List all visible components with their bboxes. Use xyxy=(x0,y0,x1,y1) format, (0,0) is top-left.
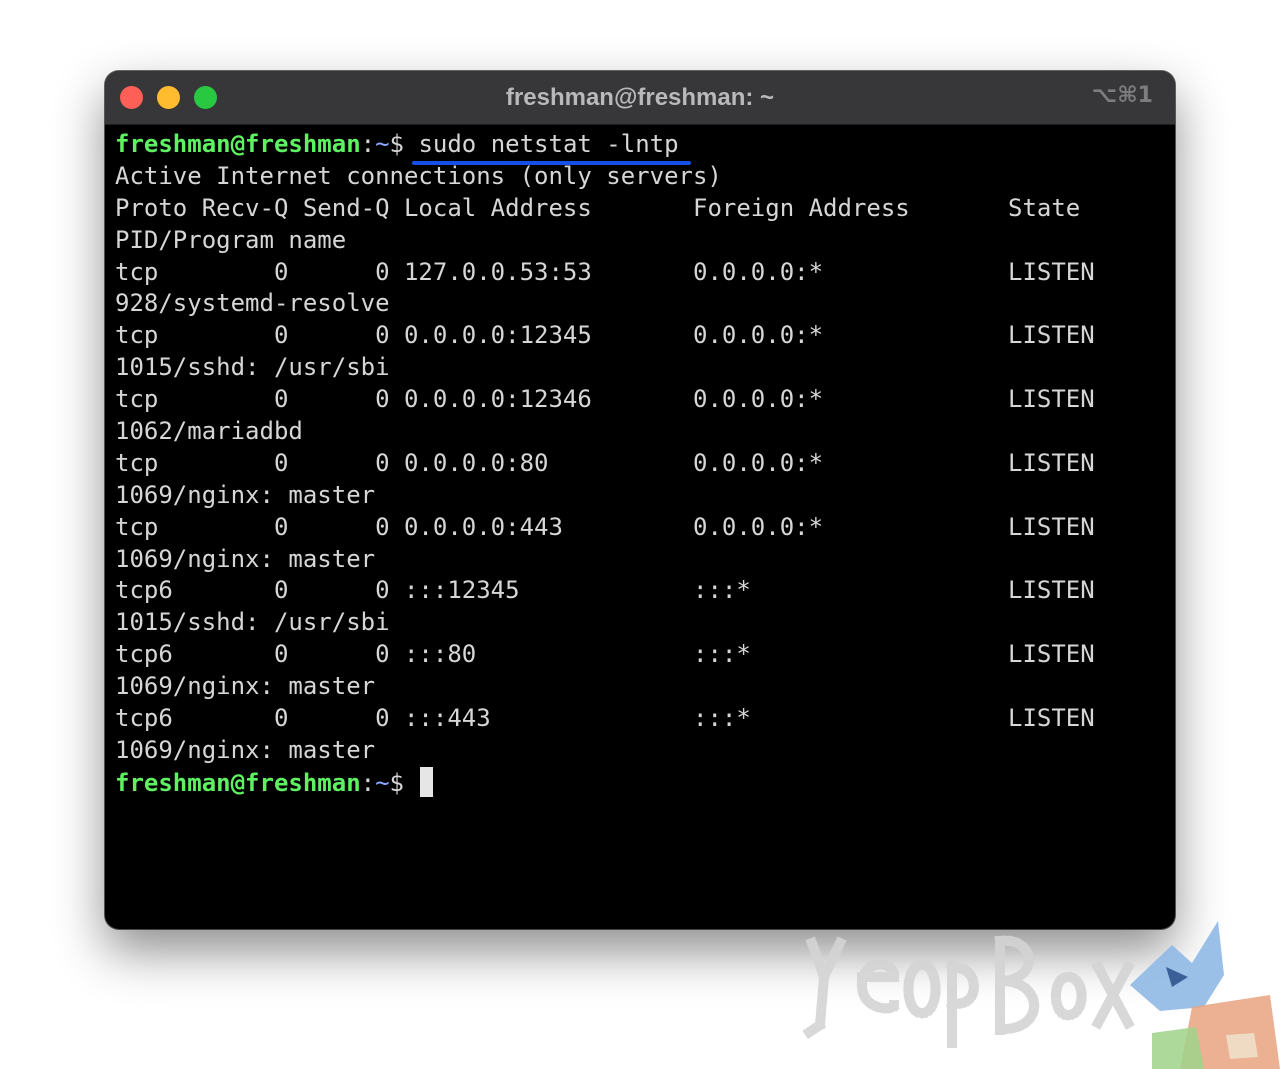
prompt-path: ~ xyxy=(375,768,390,797)
output-main-text: Proto Recv-Q Send-Q Local Address xyxy=(115,193,592,222)
output-foreign-address: :::* xyxy=(693,640,751,669)
output-state: LISTEN xyxy=(1008,512,1095,541)
prompt-symbol: $ xyxy=(389,130,419,158)
output-main-text: tcp6 0 0 :::80 xyxy=(115,640,477,669)
command-line: freshman@freshman:~$ sudo netstat -lntp xyxy=(115,129,1165,165)
output-main-text: 1069/nginx: master xyxy=(115,480,376,509)
output-line: tcp6 0 0 :::80:::* LISTEN xyxy=(115,639,1165,671)
output-main-text: tcp 0 0 0.0.0.0:12346 xyxy=(115,385,592,414)
output-line: Active Internet connections (only server… xyxy=(115,161,1165,193)
output-state: LISTEN xyxy=(1008,257,1095,286)
output-line: 1069/nginx: master xyxy=(115,480,1165,512)
prompt-path: ~ xyxy=(375,130,390,158)
output-state: State xyxy=(1008,193,1081,222)
output-main-text: Active Internet connections (only server… xyxy=(115,161,722,190)
output-main-text: tcp 0 0 0.0.0.0:443 xyxy=(115,512,563,541)
output-foreign-address: 0.0.0.0:* xyxy=(693,512,824,541)
prompt-symbol: $ xyxy=(389,768,419,797)
output-main-text: 1015/sshd: /usr/sbi xyxy=(115,608,390,637)
output-line: 1069/nginx: master xyxy=(115,671,1165,703)
yeopbox-watermark xyxy=(801,921,1280,1069)
output-line: tcp 0 0 0.0.0.0:443 0.0.0.0:* LISTEN xyxy=(115,512,1165,544)
output-main-text: PID/Program name xyxy=(115,225,347,254)
output-line: tcp6 0 0 :::443:::* LISTEN xyxy=(115,703,1165,735)
terminal-window: freshman@freshman: ~ ⌥⌘1 freshman@freshm… xyxy=(105,71,1175,929)
output-foreign-address: :::* xyxy=(693,704,751,733)
output-state: LISTEN xyxy=(1008,576,1095,605)
output-main-text: tcp 0 0 0.0.0.0:12345 xyxy=(115,321,592,350)
output-line: tcp 0 0 127.0.0.53:53 0.0.0.0:* LISTEN xyxy=(115,257,1165,289)
output-foreign-address: 0.0.0.0:* xyxy=(693,321,824,350)
output-foreign-address: Foreign Address xyxy=(693,193,910,222)
fox-mascot-icon xyxy=(1130,921,1280,1069)
netstat-output: Active Internet connections (only server… xyxy=(115,161,1165,767)
prompt-user: freshman@freshman xyxy=(115,130,361,158)
output-main-text: tcp 0 0 127.0.0.53:53 xyxy=(115,257,592,286)
output-state: LISTEN xyxy=(1008,704,1095,733)
output-line: tcp 0 0 0.0.0.0:80 0.0.0.0:* LISTEN xyxy=(115,448,1165,480)
terminal-output[interactable]: freshman@freshman:~$ sudo netstat -lntp … xyxy=(115,129,1165,799)
typed-command: sudo netstat -lntp xyxy=(412,129,691,165)
prompt-user: freshman@freshman xyxy=(115,768,361,797)
title-bar[interactable]: freshman@freshman: ~ ⌥⌘1 xyxy=(105,71,1175,125)
output-state: LISTEN xyxy=(1008,321,1095,350)
command-text: sudo netstat -lntp xyxy=(418,130,679,158)
output-main-text: 928/systemd-resolve xyxy=(115,289,390,318)
output-line: tcp 0 0 0.0.0.0:12346 0.0.0.0:* LISTEN xyxy=(115,384,1165,416)
output-line: tcp 0 0 0.0.0.0:12345 0.0.0.0:* LISTEN xyxy=(115,320,1165,352)
output-foreign-address: 0.0.0.0:* xyxy=(693,448,824,477)
current-prompt-line[interactable]: freshman@freshman:~$ xyxy=(115,766,1165,799)
prompt-separator: : xyxy=(360,768,376,797)
output-line: 1069/nginx: master xyxy=(115,544,1165,576)
output-line: 1015/sshd: /usr/sbi xyxy=(115,607,1165,639)
output-foreign-address: :::* xyxy=(693,576,751,605)
output-main-text: tcp 0 0 0.0.0.0:80 xyxy=(115,448,549,477)
output-foreign-address: 0.0.0.0:* xyxy=(693,385,824,414)
output-line: 928/systemd-resolve xyxy=(115,288,1165,320)
output-line: tcp6 0 0 :::12345:::* LISTEN xyxy=(115,575,1165,607)
window-title: freshman@freshman: ~ xyxy=(505,84,775,111)
output-state: LISTEN xyxy=(1008,640,1095,669)
output-foreign-address: 0.0.0.0:* xyxy=(693,257,824,286)
output-state: LISTEN xyxy=(1008,385,1095,414)
output-main-text: 1069/nginx: master xyxy=(115,735,376,764)
output-line: 1069/nginx: master xyxy=(115,735,1165,767)
output-main-text: tcp6 0 0 :::443 xyxy=(115,704,491,733)
output-line: Proto Recv-Q Send-Q Local Address Foreign… xyxy=(115,193,1165,225)
output-main-text: 1062/mariadbd xyxy=(115,417,303,446)
tab-shortcut-label: ⌥⌘1 xyxy=(1091,83,1153,108)
output-line: 1015/sshd: /usr/sbi xyxy=(115,352,1165,384)
output-main-text: 1015/sshd: /usr/sbi xyxy=(115,353,390,382)
output-state: LISTEN xyxy=(1008,448,1095,477)
output-main-text: tcp6 0 0 :::12345 xyxy=(115,576,520,605)
output-main-text: 1069/nginx: master xyxy=(115,672,376,701)
prompt-separator: : xyxy=(360,130,376,158)
text-cursor xyxy=(420,766,434,797)
output-main-text: 1069/nginx: master xyxy=(115,544,376,573)
output-line: PID/Program name xyxy=(115,225,1165,257)
output-line: 1062/mariadbd xyxy=(115,416,1165,448)
